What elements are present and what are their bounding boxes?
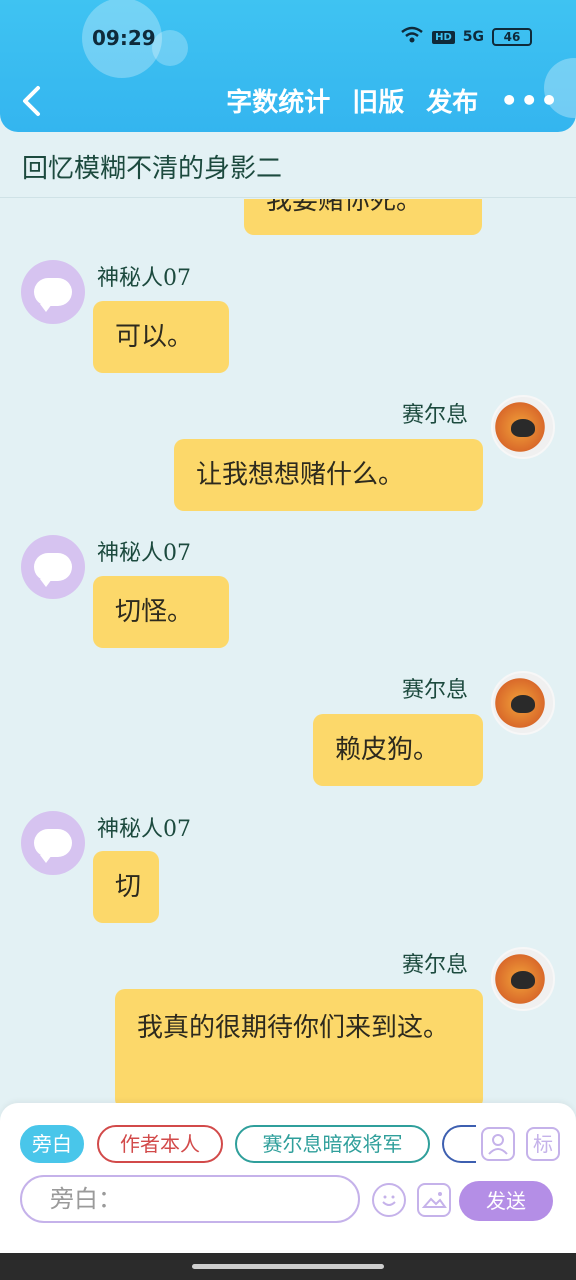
role-chip-character[interactable]: 赛尔息暗夜将军: [235, 1125, 430, 1163]
status-icons: HD 5G 46: [400, 26, 532, 48]
sender-name: 神秘人07: [97, 817, 191, 842]
sender-name: 赛尔息: [402, 403, 469, 428]
chat-bubble[interactable]: 我要赌你死。: [244, 199, 482, 235]
avatar[interactable]: [21, 811, 85, 875]
role-chip-aside[interactable]: 旁白: [20, 1125, 84, 1163]
message-input[interactable]: 旁白：: [20, 1175, 360, 1223]
role-chip-author[interactable]: 作者本人: [97, 1125, 223, 1163]
chat-area[interactable]: 我要赌你死。 神秘人07 可以。 赛尔息 让我想想赌什么。 神秘人07 切怪。 …: [0, 199, 576, 1103]
avatar[interactable]: [21, 260, 85, 324]
sender-name: 赛尔息: [402, 953, 469, 978]
home-indicator[interactable]: [192, 1264, 384, 1269]
more-dots-icon[interactable]: •••: [500, 84, 560, 117]
chat-bubble[interactable]: 让我想想赌什么。: [174, 439, 483, 511]
role-chip-more[interactable]: [442, 1125, 476, 1163]
image-icon[interactable]: [417, 1183, 451, 1217]
chat-bubble[interactable]: 切: [93, 851, 159, 923]
sender-name: 神秘人07: [97, 541, 191, 566]
emoji-icon[interactable]: [372, 1183, 406, 1217]
decor-bubble: [152, 30, 188, 66]
old-version-button[interactable]: 旧版: [352, 82, 404, 119]
message-text: 切怪。: [115, 597, 194, 627]
message-text: 切: [115, 872, 142, 902]
sender-name: 赛尔息: [402, 678, 469, 703]
message-text: 我要赌你死。: [266, 199, 423, 216]
chat-icon: [34, 553, 72, 587]
message-text: 让我想想赌什么。: [196, 460, 405, 490]
chat-icon: [34, 278, 72, 312]
app-header: 09:29 HD 5G 46 字数统计 旧版 发布 •••: [0, 0, 576, 132]
message-text: 可以。: [115, 322, 194, 352]
tag-icon[interactable]: 标: [526, 1127, 560, 1161]
avatar[interactable]: [491, 395, 555, 459]
hd-icon: HD: [432, 30, 455, 44]
avatar[interactable]: [491, 671, 555, 735]
chat-bubble[interactable]: 我真的很期待你们来到这。: [115, 989, 483, 1103]
avatar[interactable]: [21, 535, 85, 599]
story-title: 回忆模糊不清的身影二: [0, 132, 576, 198]
chat-bubble[interactable]: 赖皮狗。: [313, 714, 483, 786]
contact-card-icon[interactable]: [481, 1127, 515, 1161]
status-time: 09:29: [92, 26, 156, 50]
avatar[interactable]: [491, 947, 555, 1011]
chat-icon: [34, 829, 72, 863]
message-text: 赖皮狗。: [335, 735, 440, 765]
publish-button[interactable]: 发布: [426, 82, 478, 119]
word-count-button[interactable]: 字数统计: [226, 82, 330, 119]
back-button[interactable]: [18, 84, 48, 118]
send-button[interactable]: 发送: [459, 1181, 553, 1221]
chat-bubble[interactable]: 切怪。: [93, 576, 229, 648]
chevron-left-icon: [23, 86, 40, 116]
message-text: 我真的很期待你们来到这。: [137, 1013, 450, 1043]
wifi-icon: [400, 26, 424, 48]
chat-bubble[interactable]: 可以。: [93, 301, 229, 373]
battery-icon: 46: [492, 28, 532, 46]
signal-5g-icon: 5G: [462, 29, 484, 45]
header-actions: 字数统计 旧版 发布 •••: [226, 82, 560, 119]
sender-name: 神秘人07: [97, 266, 191, 291]
composer-panel: 旁白 作者本人 赛尔息暗夜将军 标 旁白： 发送: [0, 1103, 576, 1253]
